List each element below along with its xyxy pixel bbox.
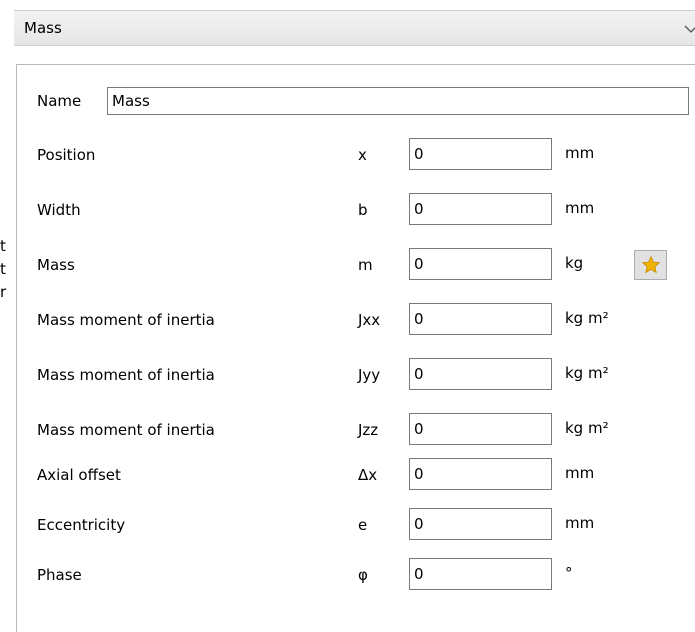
properties-panel: Name Position x mm Width b mm Mass m kg … bbox=[16, 64, 695, 632]
eccentricity-input[interactable] bbox=[409, 508, 552, 540]
name-input[interactable] bbox=[107, 87, 689, 115]
property-unit: kg m² bbox=[565, 419, 609, 437]
property-symbol: m bbox=[358, 256, 373, 274]
position-input[interactable] bbox=[409, 138, 552, 170]
section-header-dropdown[interactable]: Mass bbox=[14, 10, 695, 46]
property-unit: mm bbox=[565, 464, 595, 482]
property-label: Mass bbox=[37, 256, 75, 274]
property-unit: kg m² bbox=[565, 364, 609, 382]
jxx-input[interactable] bbox=[409, 303, 552, 335]
jyy-input[interactable] bbox=[409, 358, 552, 390]
property-label: Width bbox=[37, 201, 81, 219]
chevron-down-icon bbox=[684, 25, 695, 33]
property-row-eccentricity: Eccentricity e mm bbox=[17, 508, 695, 542]
property-label: Mass moment of inertia bbox=[37, 311, 215, 329]
property-symbol: Jxx bbox=[358, 311, 381, 329]
phase-input[interactable] bbox=[409, 558, 552, 590]
section-title: Mass bbox=[24, 19, 62, 37]
property-unit: mm bbox=[565, 144, 595, 162]
property-row-phase: Phase φ ° bbox=[17, 558, 695, 592]
property-row-jzz: Mass moment of inertia Jzz kg m² bbox=[17, 413, 695, 447]
property-symbol: Δx bbox=[358, 466, 378, 484]
property-unit: ° bbox=[565, 564, 573, 582]
property-label: Position bbox=[37, 146, 96, 164]
property-row-mass: Mass m kg bbox=[17, 248, 695, 282]
property-unit: kg bbox=[565, 254, 584, 272]
property-label: Mass moment of inertia bbox=[37, 366, 215, 384]
property-row-width: Width b mm bbox=[17, 193, 695, 227]
background-fragment: t bbox=[0, 260, 6, 278]
property-row-jyy: Mass moment of inertia Jyy kg m² bbox=[17, 358, 695, 392]
property-row-jxx: Mass moment of inertia Jxx kg m² bbox=[17, 303, 695, 337]
favorite-button[interactable] bbox=[634, 250, 667, 280]
star-icon bbox=[641, 255, 660, 274]
mass-input[interactable] bbox=[409, 248, 552, 280]
jzz-input[interactable] bbox=[409, 413, 552, 445]
property-label: Axial offset bbox=[37, 466, 121, 484]
property-symbol: Jyy bbox=[358, 366, 381, 384]
property-row-axial-offset: Axial offset Δx mm bbox=[17, 458, 695, 492]
property-label: Mass moment of inertia bbox=[37, 421, 215, 439]
name-label: Name bbox=[37, 92, 82, 110]
property-symbol: φ bbox=[358, 566, 368, 584]
axial-offset-input[interactable] bbox=[409, 458, 552, 490]
property-label: Eccentricity bbox=[37, 516, 126, 534]
property-label: Phase bbox=[37, 566, 82, 584]
property-symbol: Jzz bbox=[358, 421, 379, 439]
background-fragment: t bbox=[0, 237, 6, 255]
property-row-position: Position x mm bbox=[17, 138, 695, 172]
property-unit: mm bbox=[565, 514, 595, 532]
width-input[interactable] bbox=[409, 193, 552, 225]
property-unit: kg m² bbox=[565, 309, 609, 327]
property-symbol: b bbox=[358, 201, 368, 219]
property-unit: mm bbox=[565, 199, 595, 217]
background-fragment: r bbox=[0, 283, 7, 301]
property-symbol: x bbox=[358, 146, 367, 164]
property-symbol: e bbox=[358, 516, 368, 534]
